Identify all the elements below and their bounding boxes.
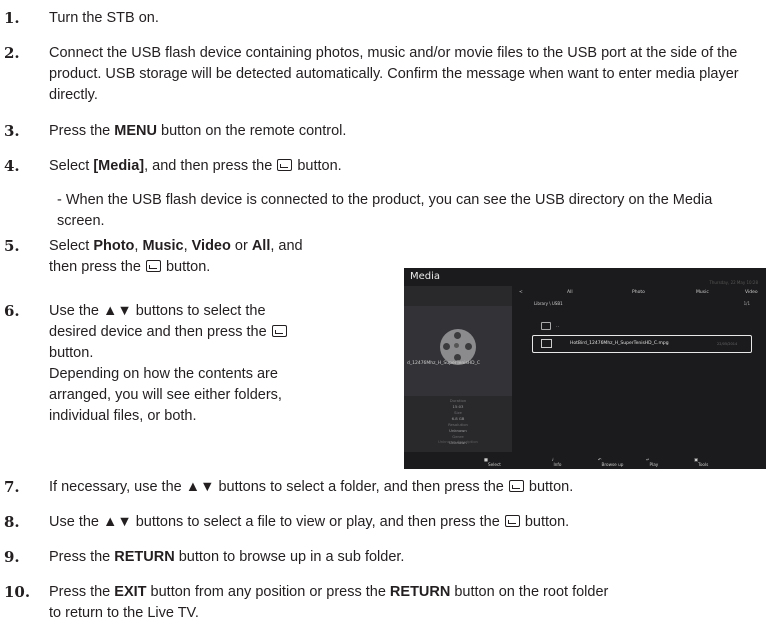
media-title: Media bbox=[410, 271, 441, 282]
tab-music[interactable]: Music bbox=[696, 290, 709, 295]
tab-all[interactable]: All bbox=[567, 290, 573, 295]
date-time: Thursday, 22 May 10:28 bbox=[709, 280, 758, 285]
tab-photo[interactable]: Photo bbox=[632, 290, 645, 295]
step-number: 7. bbox=[4, 478, 20, 496]
video-file-icon bbox=[541, 339, 552, 348]
preview-description: Unknown description bbox=[438, 439, 478, 444]
meta-size: Size 6.8 GB bbox=[451, 410, 465, 421]
film-reel-icon bbox=[404, 306, 512, 396]
enter-icon bbox=[277, 159, 293, 171]
step-text: Press the EXIT button from any position … bbox=[49, 584, 609, 621]
step-number: 9. bbox=[4, 548, 20, 566]
media-screenshot: Media Thursday, 22 May 10:28 d_12476Mhz_… bbox=[404, 268, 766, 469]
step-number: 8. bbox=[4, 513, 20, 531]
step-number: 4. bbox=[4, 157, 20, 175]
tab-video[interactable]: Video bbox=[745, 290, 758, 295]
enter-icon bbox=[271, 325, 287, 337]
step-text: Connect the USB flash device containing … bbox=[49, 45, 739, 103]
preview-panel: d_12476Mhz_H_SuperTenisHD_C Duration 15:0… bbox=[404, 286, 512, 452]
step-text: Use the ▲▼ buttons to select a file to v… bbox=[49, 514, 570, 530]
footer-bar: ■ Select ⅈ Info ↶ Browse up ↵ Play ▣ Too… bbox=[404, 452, 766, 469]
enter-icon bbox=[145, 260, 161, 272]
enter-icon bbox=[504, 515, 520, 527]
footer-tools[interactable]: ▣ Tools bbox=[694, 457, 708, 467]
step-number: 10. bbox=[4, 583, 31, 601]
step-number: 2. bbox=[4, 44, 20, 62]
folder-up-icon[interactable] bbox=[541, 322, 551, 330]
usb-note: - When the USB flash device is connected… bbox=[57, 192, 713, 229]
step-text: Select Photo, Music, Video or All, and th… bbox=[49, 238, 303, 275]
step-number: 3. bbox=[4, 122, 20, 140]
tab-prev-icon[interactable]: < bbox=[519, 290, 523, 295]
step-text: Press the MENU button on the remote cont… bbox=[49, 123, 347, 139]
selected-file-name[interactable]: HotBird_12476Mhz_H_SuperTenisHD_C.mpg bbox=[570, 341, 669, 346]
step-text: Press the RETURN button to browse up in … bbox=[49, 549, 405, 565]
footer-select[interactable]: ■ Select bbox=[484, 457, 501, 467]
step-number: 1. bbox=[4, 9, 20, 27]
step-text: If necessary, use the ▲▼ buttons to sele… bbox=[49, 479, 574, 495]
footer-info[interactable]: ⅈ Info bbox=[552, 457, 561, 467]
step-text: Turn the STB on. bbox=[49, 10, 159, 26]
step-number: 5. bbox=[4, 237, 20, 255]
step-text: Use the ▲▼ buttons to select the desired … bbox=[49, 301, 394, 427]
folder-up-label[interactable]: .. bbox=[556, 323, 559, 329]
library-path: Library \ USB1 bbox=[534, 301, 563, 306]
step-number: 6. bbox=[4, 302, 20, 320]
media-tabs: < All Photo Music Video > bbox=[516, 289, 766, 299]
meta-resolution: Resolution Unknown bbox=[448, 422, 468, 433]
step-text: Select [Media], and then press the butto… bbox=[49, 158, 342, 174]
preview-filename: d_12476Mhz_H_SuperTenisHD_C bbox=[407, 361, 481, 366]
footer-browse-up[interactable]: ↶ Browse up bbox=[598, 457, 623, 467]
footer-play[interactable]: ↵ Play bbox=[646, 457, 658, 467]
page-indicator: 1/1 bbox=[743, 301, 750, 306]
enter-icon bbox=[508, 480, 524, 492]
meta-duration: Duration 15:03 bbox=[449, 398, 467, 409]
step-2: 2. Connect the USB flash device containi… bbox=[0, 43, 767, 107]
selected-file-date: 22/05/2014 bbox=[717, 342, 738, 346]
